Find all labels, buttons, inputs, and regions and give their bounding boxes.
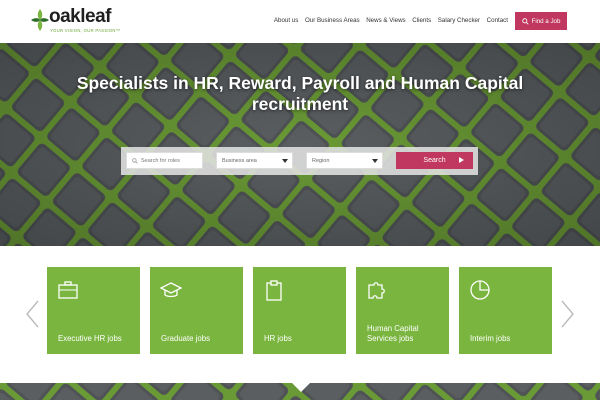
nav-clients[interactable]: Clients bbox=[412, 17, 431, 24]
hero-title: Specialists in HR, Reward, Payroll and H… bbox=[76, 73, 524, 114]
leaf-logo-icon bbox=[31, 9, 49, 31]
main-nav: About us Our Business Areas News & Views… bbox=[267, 17, 508, 24]
business-area-label: Business area bbox=[222, 157, 257, 164]
card-label: Interim jobs bbox=[470, 334, 511, 343]
briefcase-icon bbox=[58, 281, 78, 299]
card-label: Executive HR jobs bbox=[58, 334, 122, 343]
job-search-bar: Business area Region Search bbox=[121, 147, 478, 175]
graduation-cap-icon bbox=[160, 282, 182, 298]
carousel-next-icon[interactable] bbox=[557, 299, 577, 329]
chevron-down-icon bbox=[282, 159, 288, 163]
oakleaf-logo[interactable]: oakleaf YOUR VISION, OUR PASSION™ bbox=[29, 5, 129, 37]
pie-chart-icon bbox=[470, 280, 490, 300]
nav-business-areas[interactable]: Our Business Areas bbox=[305, 17, 360, 24]
find-a-job-label: Find a Job bbox=[531, 17, 561, 25]
nav-about-us[interactable]: About us bbox=[274, 17, 298, 24]
search-icon bbox=[132, 157, 138, 164]
business-area-select[interactable]: Business area bbox=[216, 152, 293, 169]
card-human-capital-services-jobs[interactable]: Human Capital Services jobs bbox=[356, 267, 449, 354]
search-button-label: Search bbox=[423, 157, 446, 164]
job-categories: Executive HR jobs Graduate jobs HR jobs … bbox=[0, 246, 600, 383]
search-roles-input[interactable] bbox=[141, 157, 201, 164]
card-hr-jobs[interactable]: HR jobs bbox=[253, 267, 346, 354]
card-label: Human Capital Services jobs bbox=[367, 324, 419, 343]
card-label: HR jobs bbox=[264, 334, 292, 343]
nav-salary-checker[interactable]: Salary Checker bbox=[438, 17, 480, 24]
section-notch bbox=[292, 383, 310, 392]
carousel-prev-icon[interactable] bbox=[23, 299, 43, 329]
search-icon bbox=[521, 17, 529, 25]
clipboard-icon bbox=[266, 280, 282, 301]
card-graduate-jobs[interactable]: Graduate jobs bbox=[150, 267, 243, 354]
site-header: oakleaf YOUR VISION, OUR PASSION™ About … bbox=[0, 0, 600, 43]
find-a-job-button[interactable]: Find a Job bbox=[515, 12, 567, 30]
card-interim-jobs[interactable]: Interim jobs bbox=[459, 267, 552, 354]
chevron-down-icon bbox=[372, 159, 378, 163]
play-arrow-icon bbox=[459, 157, 464, 163]
bottom-banner bbox=[0, 383, 600, 400]
search-button[interactable]: Search bbox=[396, 152, 473, 169]
search-roles-field[interactable] bbox=[126, 152, 203, 169]
logo-wordmark: oakleaf bbox=[49, 6, 111, 27]
nav-contact[interactable]: Contact bbox=[487, 17, 508, 24]
puzzle-icon bbox=[368, 282, 385, 299]
region-label: Region bbox=[312, 157, 330, 164]
nav-news-views[interactable]: News & Views bbox=[366, 17, 405, 24]
logo-tagline: YOUR VISION, OUR PASSION™ bbox=[50, 28, 121, 33]
card-label: Graduate jobs bbox=[161, 334, 210, 343]
hero-banner: Specialists in HR, Reward, Payroll and H… bbox=[0, 43, 600, 246]
region-select[interactable]: Region bbox=[306, 152, 383, 169]
card-executive-hr-jobs[interactable]: Executive HR jobs bbox=[47, 267, 140, 354]
